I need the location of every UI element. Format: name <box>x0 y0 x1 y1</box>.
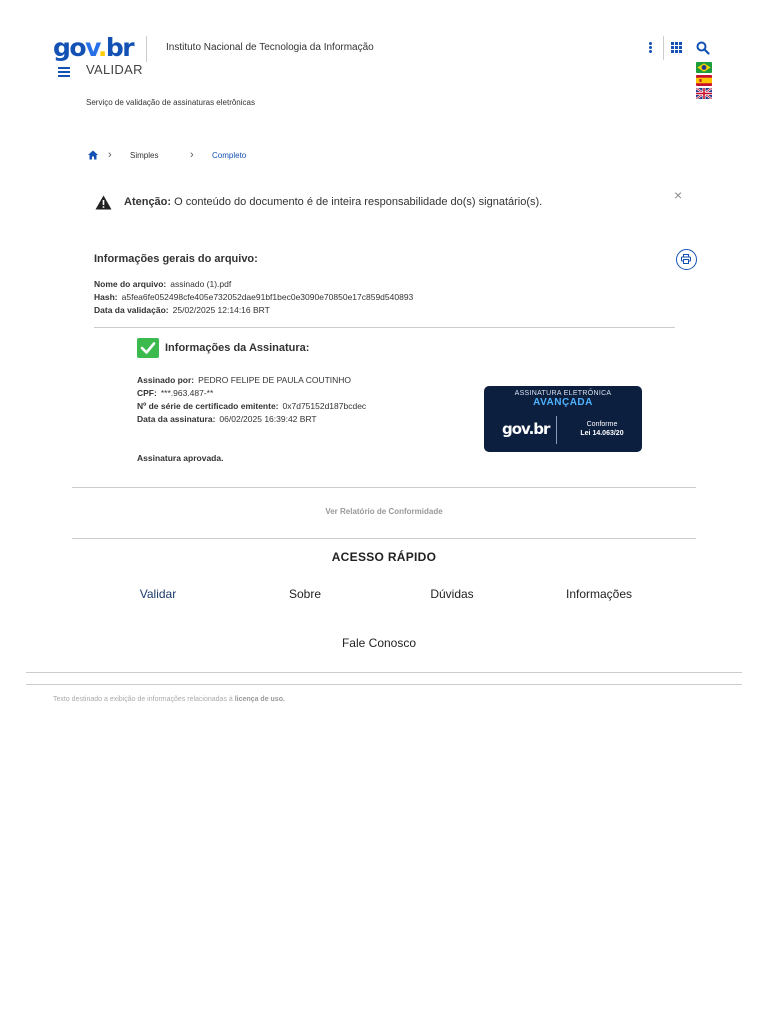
validation-date-row: Data da validação: 25/02/2025 12:14:16 BR… <box>94 305 270 315</box>
page-subtitle: Serviço de validação de assinaturas elet… <box>86 98 255 107</box>
signer-row: Assinado por: PEDRO FELIPE DE PAULA COUTI… <box>137 375 352 385</box>
alert-label: Atenção: <box>124 196 172 208</box>
breadcrumb-item-completo: Completo <box>212 151 247 160</box>
app-name: VALIDAR <box>86 62 143 77</box>
quick-access-title: ACESSO RÁPIDO <box>331 550 437 564</box>
hamburger-menu-icon[interactable] <box>58 67 70 77</box>
section-divider <box>94 327 675 328</box>
license-link[interactable]: licença de uso. <box>235 696 285 703</box>
header-separator <box>663 36 664 60</box>
apps-grid-icon[interactable] <box>671 42 683 53</box>
section-divider <box>72 538 696 539</box>
file-name-row: Nome do arquivo: assinado (1).pdf <box>94 279 232 289</box>
close-icon[interactable]: × <box>674 187 682 203</box>
print-button[interactable] <box>676 249 697 270</box>
section-divider <box>72 487 696 488</box>
header: gov.br Instituto Nacional de Tecnologia … <box>0 0 768 120</box>
institute-name: Instituto Nacional de Tecnologia da Info… <box>166 42 374 53</box>
quick-link-validar[interactable]: Validar <box>140 587 176 601</box>
flag-spain-icon[interactable] <box>696 75 712 86</box>
quick-link-sobre[interactable]: Sobre <box>289 587 321 601</box>
signature-info-title: Informações da Assinatura: <box>165 342 310 354</box>
logo-divider <box>146 36 147 62</box>
advanced-signature-seal: ASSINATURA ELETRÔNICA AVANÇADA gov.br Co… <box>484 386 642 452</box>
kebab-menu-icon[interactable] <box>647 42 653 54</box>
flag-brazil-icon[interactable] <box>696 62 712 73</box>
printer-icon <box>681 254 691 264</box>
breadcrumb-item-simples[interactable]: Simples <box>130 151 158 160</box>
search-icon[interactable] <box>696 41 710 55</box>
file-info-title: Informações gerais do arquivo: <box>94 253 258 265</box>
flag-uk-icon[interactable] <box>696 88 712 99</box>
quick-link-fale-conosco[interactable]: Fale Conosco <box>342 636 416 650</box>
cpf-row: CPF: ***.963.487-** <box>137 388 214 398</box>
seal-conformity: Conforme Lei 14.063/20 <box>580 421 624 437</box>
signature-date-row: Data da assinatura: 06/02/2025 16:39:42 B… <box>137 414 317 424</box>
breadcrumb-chevron-icon: › <box>190 149 194 161</box>
footer-divider <box>26 684 742 685</box>
conformity-report-link[interactable]: Ver Relatório de Conformidade <box>0 507 768 516</box>
seal-govbr-logo: gov.br <box>502 420 550 438</box>
alert-message: Atenção: O conteúdo do documento é de in… <box>124 196 543 208</box>
seal-top-text: ASSINATURA ELETRÔNICA <box>514 390 612 397</box>
quick-link-informacoes[interactable]: Informações <box>566 587 632 601</box>
home-icon[interactable] <box>88 150 98 160</box>
signature-status: Assinatura aprovada. <box>137 453 224 463</box>
seal-main-text: AVANÇADA <box>533 397 593 408</box>
breadcrumb-chevron-icon: › <box>108 149 112 161</box>
file-hash-row: Hash: a5fea6fe052498cfe405e732052dae91bf1… <box>94 292 414 302</box>
footer-divider <box>26 672 742 673</box>
footer-text: Texto destinado a exibição de informaçõe… <box>53 696 285 703</box>
seal-separator <box>556 416 557 444</box>
govbr-logo[interactable]: gov.br <box>53 34 135 62</box>
checkmark-icon <box>137 338 159 358</box>
certificate-serial-row: Nº de série de certificado emitente: 0x7d… <box>137 401 367 411</box>
quick-link-duvidas[interactable]: Dúvidas <box>430 587 473 601</box>
warning-triangle-icon <box>95 195 112 210</box>
warning-alert: Atenção: O conteúdo do documento é de in… <box>95 187 695 217</box>
